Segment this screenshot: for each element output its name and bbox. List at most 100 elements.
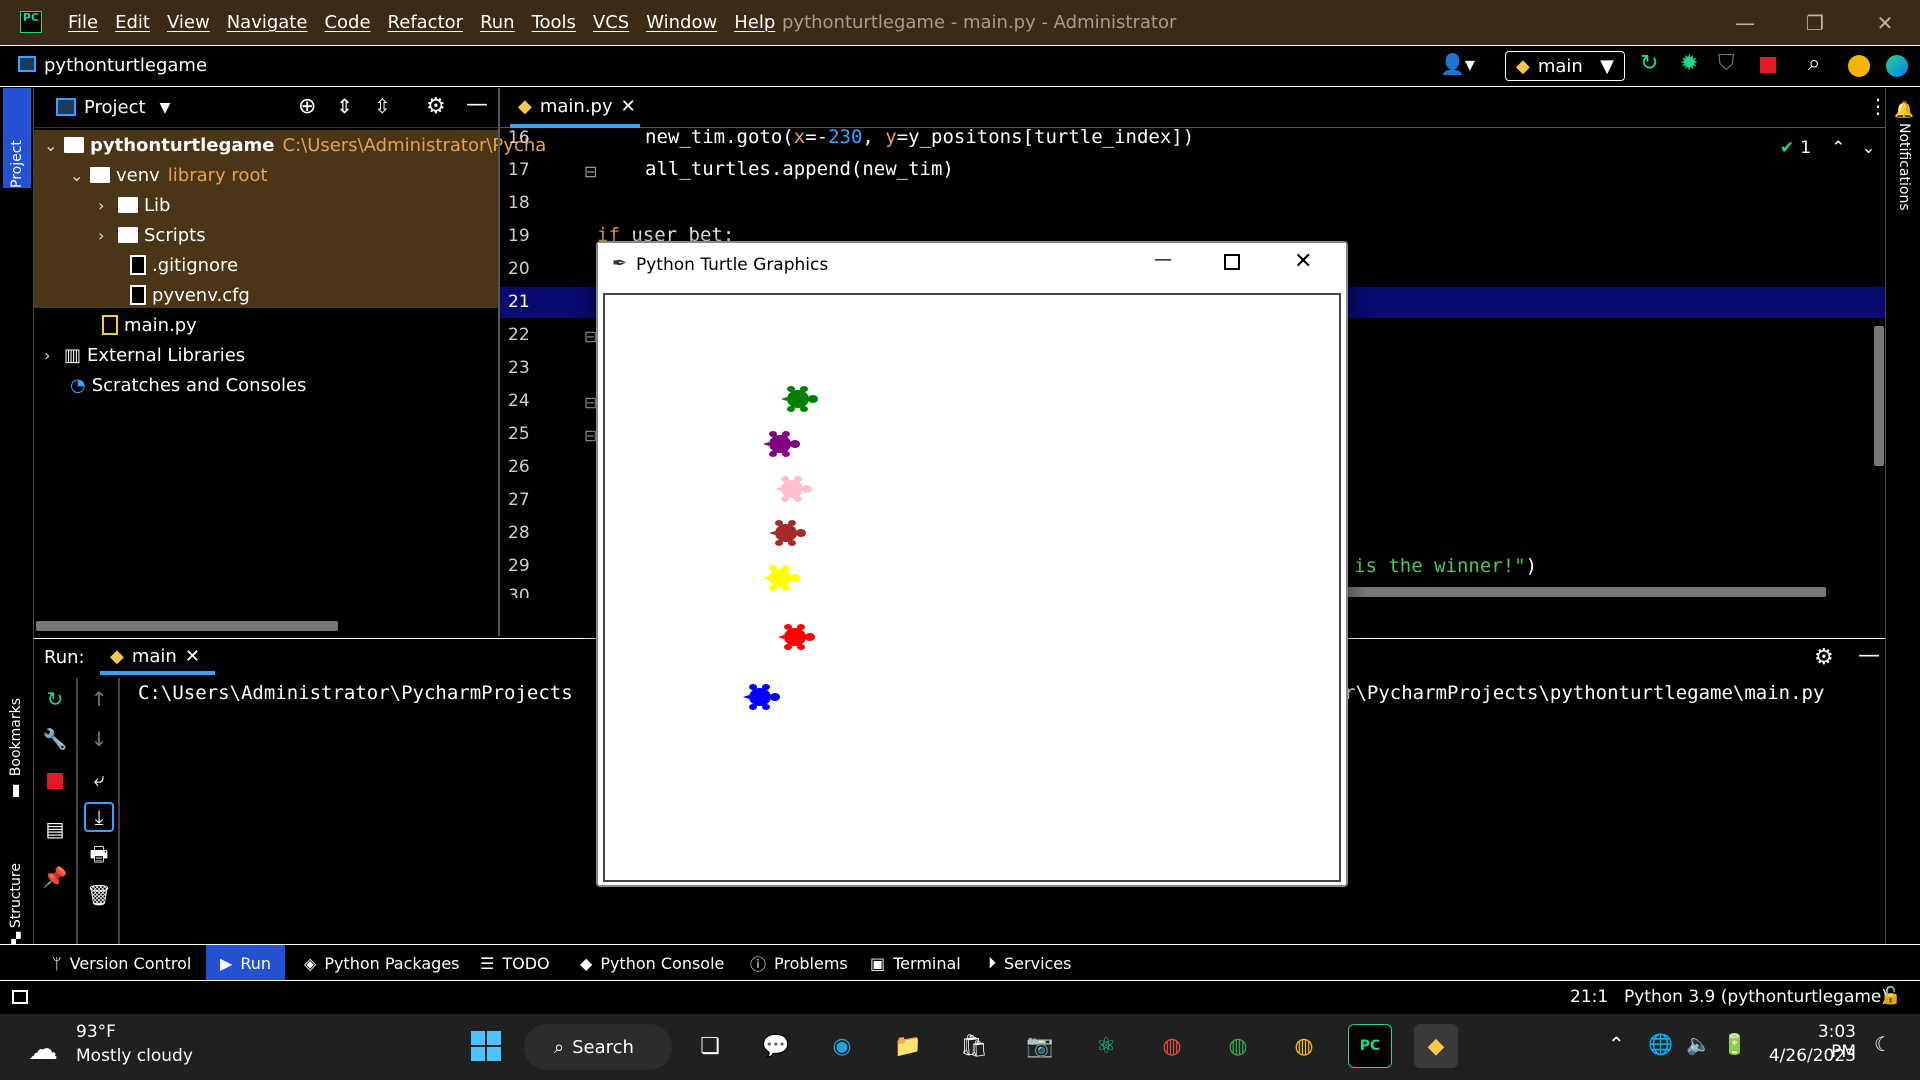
run-config-selector[interactable]: ◆ main ▼ — [1505, 51, 1625, 81]
minimize-button[interactable]: — — [1710, 0, 1780, 45]
editor-horizontal-scrollbar[interactable] — [1340, 587, 1826, 597]
tree-pyvenv[interactable]: pyvenv.cfg — [130, 280, 250, 310]
project-name[interactable]: pythonturtlegame — [44, 55, 207, 76]
minimize-button[interactable]: — — [1154, 249, 1172, 270]
rerun-icon[interactable]: ↻ — [1640, 51, 1658, 76]
tree-external-libraries[interactable]: › ▥ External Libraries — [44, 340, 245, 370]
tree-main-py[interactable]: main.py — [102, 310, 197, 340]
stop-icon[interactable] — [40, 766, 70, 796]
hide-panel-icon[interactable]: — — [1858, 643, 1880, 668]
tree-scratches[interactable]: ◔ Scratches and Consoles — [70, 370, 306, 400]
menu-window[interactable]: Window — [646, 12, 717, 33]
weather-icon[interactable]: ☁ — [28, 1032, 58, 1067]
editor-vertical-scrollbar[interactable] — [1874, 326, 1884, 466]
file-explorer-icon[interactable]: 📁 — [886, 1024, 930, 1068]
tool-run[interactable]: ▶ Run — [206, 945, 285, 981]
tool-todo[interactable]: ☰ TODO — [480, 945, 550, 981]
volume-icon[interactable]: 🔈 — [1686, 1032, 1711, 1056]
tree-scripts[interactable]: › Scripts — [98, 220, 206, 250]
fold-icon[interactable]: ⊟ — [584, 162, 597, 181]
chevron-up-icon[interactable]: ⌃ — [1831, 138, 1845, 158]
edge-icon[interactable]: ◉ — [820, 1024, 864, 1068]
notifications-tool-tab[interactable]: 🔔 Notifications — [1894, 100, 1914, 211]
tree-lib[interactable]: › Lib — [98, 190, 170, 220]
tool-services[interactable]: ⏵ Services — [988, 945, 1071, 981]
tree-gitignore[interactable]: .gitignore — [130, 250, 238, 280]
search-icon[interactable]: ⌕ — [1808, 51, 1820, 76]
code-line-29[interactable]: is the winner!") — [1354, 555, 1537, 577]
code-line-16[interactable]: new_tim.goto(x=-230, y=y_positons[turtle… — [645, 126, 1194, 148]
tool-python-packages[interactable]: ◈ Python Packages — [304, 945, 460, 981]
gear-icon[interactable]: ⚙ — [426, 94, 446, 119]
arrow-up-icon[interactable]: ↑ — [84, 684, 114, 714]
menu-tools[interactable]: Tools — [532, 12, 576, 33]
wrench-icon[interactable]: 🔧 — [40, 724, 70, 754]
close-icon[interactable]: ✕ — [185, 646, 200, 667]
tab-main-py[interactable]: ◆ main.py ✕ — [510, 88, 640, 128]
maximize-button[interactable] — [1224, 254, 1240, 270]
windows-start-icon[interactable] — [464, 1024, 508, 1068]
menu-run[interactable]: Run — [480, 12, 515, 33]
coverage-icon[interactable]: ⛉ — [1718, 51, 1735, 76]
camera-icon[interactable]: 📷 — [1018, 1024, 1062, 1068]
menu-edit[interactable]: Edit — [115, 12, 150, 33]
taskbar-search[interactable]: ⌕ Search — [524, 1024, 672, 1070]
expand-all-icon[interactable]: ⇕ — [336, 94, 353, 118]
chevron-up-icon[interactable]: ⌃ — [1608, 1032, 1625, 1056]
more-icon[interactable]: ⋮ — [1868, 94, 1888, 118]
tool-terminal[interactable]: ▣ Terminal — [870, 945, 961, 981]
menu-view[interactable]: View — [167, 12, 210, 33]
menu-vcs[interactable]: VCS — [593, 12, 629, 33]
menu-code[interactable]: Code — [324, 12, 370, 33]
user-icon[interactable]: 👤▾ — [1440, 52, 1475, 76]
gear-icon[interactable]: ⚙ — [1814, 645, 1834, 670]
tool-problems[interactable]: ⓘ Problems — [750, 945, 848, 981]
layout-icon[interactable]: ▤ — [40, 814, 70, 844]
project-view-selector[interactable]: Project ▼ — [84, 97, 170, 118]
jetbrains-ai-icon[interactable] — [1886, 55, 1908, 77]
pycharm-taskbar-icon[interactable]: PC — [1348, 1024, 1392, 1068]
tool-version-control[interactable]: ᛘ Version Control — [52, 945, 191, 981]
rerun-icon[interactable]: ↻ — [40, 684, 70, 714]
debug-icon[interactable]: ✹ — [1680, 51, 1698, 76]
chrome-profile-2-icon[interactable]: ◍ — [1282, 1024, 1326, 1068]
interpreter-selector[interactable]: Python 3.9 (pythonturtlegame) — [1624, 987, 1888, 1007]
run-tab-main[interactable]: ◆ main ✕ — [100, 641, 215, 675]
chevron-down-icon[interactable]: ⌄ — [1861, 138, 1875, 158]
atom-app-icon[interactable]: ⚛ — [1084, 1024, 1128, 1068]
hide-panel-icon[interactable]: — — [466, 92, 488, 117]
python-taskbar-icon[interactable]: ◆ — [1414, 1024, 1458, 1068]
task-view-icon[interactable]: ❏ — [688, 1024, 732, 1068]
restore-button[interactable]: ❐ — [1780, 0, 1850, 45]
clock-date[interactable]: 4/26/2023 — [1768, 1046, 1856, 1066]
tool-python-console[interactable]: ◆ Python Console — [580, 945, 724, 981]
collapse-all-icon[interactable]: ⇳ — [374, 94, 391, 118]
pin-icon[interactable]: 📌 — [40, 862, 70, 892]
menu-file[interactable]: File — [68, 12, 98, 33]
notification-center-icon[interactable]: ☾ — [1874, 1032, 1892, 1056]
project-tool-tab[interactable]: Project — [3, 88, 31, 188]
caret-position[interactable]: 21:1 — [1570, 987, 1608, 1007]
menu-navigate[interactable]: Navigate — [227, 12, 308, 33]
menu-refactor[interactable]: Refactor — [388, 12, 464, 33]
arrow-down-icon[interactable]: ↓ — [84, 724, 114, 754]
close-button[interactable]: ✕ — [1294, 249, 1312, 274]
weather-desc[interactable]: Mostly cloudy — [76, 1046, 193, 1066]
print-icon[interactable]: 🖶 — [84, 842, 114, 872]
soft-wrap-icon[interactable]: ⤶ — [84, 764, 114, 794]
trash-icon[interactable]: 🗑 — [84, 880, 114, 910]
teams-chat-icon[interactable]: 💬 — [754, 1024, 798, 1068]
chrome-icon[interactable]: ◍ — [1150, 1024, 1194, 1068]
bookmarks-tool-tab[interactable]: Bookmarks ▮ — [8, 698, 24, 848]
close-icon[interactable]: ✕ — [621, 96, 636, 117]
inspection-widget[interactable]: ✔ 1 ⌃ ⌄ — [1780, 138, 1876, 158]
close-button[interactable]: ✕ — [1850, 0, 1920, 45]
tree-venv[interactable]: ⌄ venv library root — [70, 160, 268, 190]
microsoft-store-icon[interactable]: 🛍 — [952, 1024, 996, 1068]
layout-toggle-icon[interactable] — [12, 990, 28, 1004]
project-scrollbar[interactable] — [36, 621, 338, 631]
code-line-17[interactable]: all_turtles.append(new_tim) — [645, 158, 954, 180]
menu-help[interactable]: Help — [734, 12, 775, 33]
stop-icon[interactable] — [1760, 57, 1776, 73]
weather-temp[interactable]: 93°F — [76, 1022, 116, 1042]
